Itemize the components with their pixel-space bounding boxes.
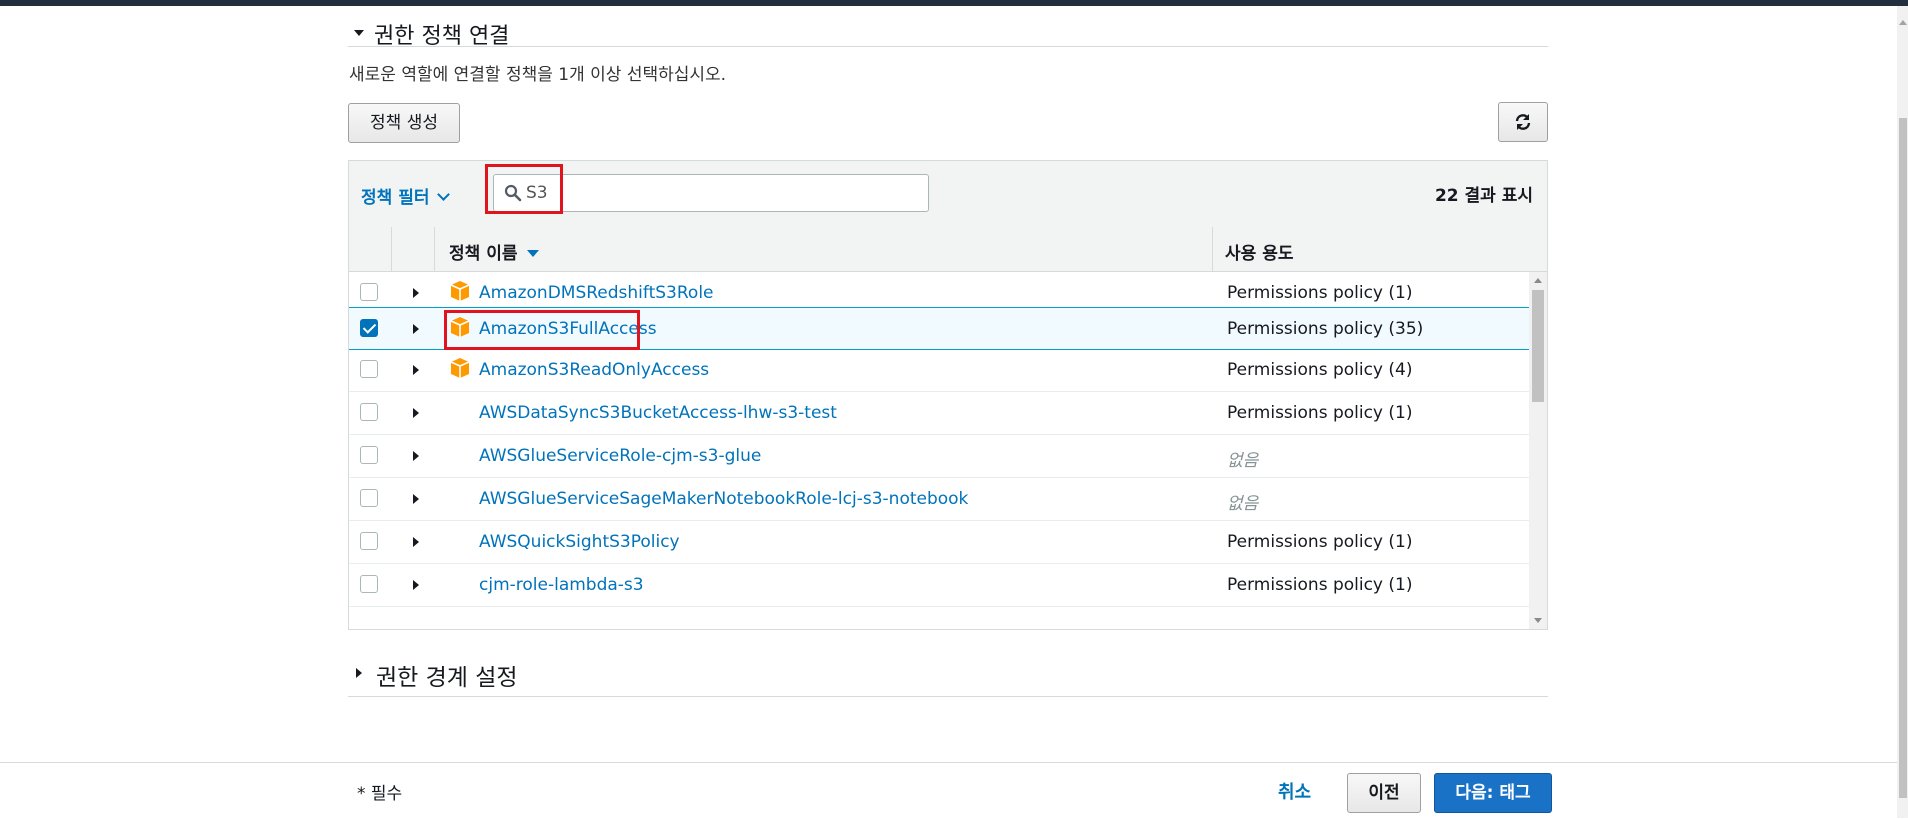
- policy-usage: Permissions policy (1): [1227, 575, 1413, 595]
- scroll-up-icon[interactable]: [1534, 278, 1542, 283]
- expand-row-icon[interactable]: [413, 494, 419, 504]
- policy-name-link[interactable]: AWSGlueServiceRole-cjm-s3-glue: [479, 446, 761, 466]
- selection-highlight-box: [444, 310, 640, 350]
- expand-row-icon[interactable]: [413, 451, 419, 461]
- row-checkbox-checked[interactable]: [360, 319, 378, 337]
- table-scroll-thumb[interactable]: [1532, 290, 1544, 402]
- results-count: 22 결과 표시: [1434, 186, 1533, 206]
- cancel-link[interactable]: 취소: [1278, 778, 1311, 804]
- policy-name-link[interactable]: AWSGlueServiceSageMakerNotebookRole-lcj-…: [479, 489, 968, 509]
- page-scroll-thumb[interactable]: [1899, 118, 1907, 798]
- expand-row-icon[interactable]: [413, 537, 419, 547]
- aws-managed-policy-icon: [450, 281, 470, 301]
- table-scrollbar[interactable]: [1529, 272, 1547, 629]
- column-divider: [1212, 227, 1213, 271]
- required-note: * 필수: [357, 784, 403, 804]
- section-title: 권한 정책 연결: [374, 24, 510, 47]
- row-checkbox[interactable]: [360, 575, 378, 593]
- row-checkbox[interactable]: [360, 489, 378, 507]
- expand-column: [391, 227, 435, 271]
- filter-bar: 정책 필터 22 결과 표시: [349, 161, 1547, 228]
- policy-table: 정책 필터 22 결과 표시 정책 이름 사용 용도: [348, 160, 1548, 630]
- policy-filter-label: 정책 필터: [361, 188, 430, 208]
- table-header: 정책 이름 사용 용도: [349, 227, 1547, 272]
- chevron-down-icon: [437, 188, 451, 201]
- attach-policy-section-header[interactable]: 권한 정책 연결: [348, 14, 1548, 47]
- scroll-up-icon[interactable]: [1899, 20, 1907, 25]
- page-scrollbar[interactable]: [1897, 6, 1908, 818]
- column-header-usage[interactable]: 사용 용도: [1225, 239, 1293, 264]
- aws-managed-policy-icon: [450, 358, 470, 378]
- sort-desc-icon[interactable]: [527, 250, 540, 257]
- expand-row-icon[interactable]: [413, 408, 419, 418]
- row-checkbox[interactable]: [360, 403, 378, 421]
- row-checkbox[interactable]: [360, 532, 378, 550]
- search-input[interactable]: [526, 181, 916, 205]
- row-checkbox[interactable]: [360, 446, 378, 464]
- table-row-selected[interactable]: AmazonS3FullAccess Permissions policy (3…: [349, 307, 1529, 350]
- refresh-button[interactable]: [1498, 102, 1548, 142]
- footer-bar: * 필수 취소 이전 다음: 태그: [0, 762, 1897, 819]
- create-policy-button[interactable]: 정책 생성: [348, 103, 460, 143]
- policy-name-link[interactable]: AWSDataSyncS3BucketAccess-lhw-s3-test: [479, 403, 837, 423]
- refresh-icon: [1515, 114, 1531, 130]
- search-highlight-box: [485, 164, 563, 214]
- table-row[interactable]: AWSGlueServiceSageMakerNotebookRole-lcj-…: [349, 478, 1529, 521]
- policy-usage: 없음: [1227, 451, 1259, 471]
- table-row[interactable]: AmazonS3ReadOnlyAccess Permissions polic…: [349, 349, 1529, 392]
- policy-usage: Permissions policy (1): [1227, 403, 1413, 423]
- expand-row-icon[interactable]: [413, 324, 419, 334]
- policy-usage: 없음: [1227, 494, 1259, 514]
- scroll-down-icon[interactable]: [1534, 618, 1542, 623]
- policy-usage: Permissions policy (1): [1227, 532, 1413, 552]
- top-bar: [0, 0, 1908, 6]
- row-checkbox[interactable]: [360, 283, 378, 301]
- section-description: 새로운 역할에 연결할 정책을 1개 이상 선택하십시오.: [349, 65, 727, 85]
- policy-name-link[interactable]: AmazonS3ReadOnlyAccess: [479, 360, 709, 380]
- expand-row-icon[interactable]: [413, 580, 419, 590]
- previous-button[interactable]: 이전: [1347, 773, 1421, 813]
- column-header-policy-name[interactable]: 정책 이름: [449, 239, 540, 264]
- next-tags-button[interactable]: 다음: 태그: [1434, 773, 1552, 813]
- table-body: AmazonDMSRedshiftS3Role Permissions poli…: [349, 272, 1547, 629]
- policy-usage: Permissions policy (4): [1227, 360, 1413, 380]
- table-row[interactable]: AWSQuickSightS3Policy Permissions policy…: [349, 521, 1529, 564]
- policy-usage: Permissions policy (35): [1227, 319, 1424, 339]
- expand-row-icon[interactable]: [413, 288, 419, 298]
- policy-usage: Permissions policy (1): [1227, 283, 1413, 303]
- boundary-title: 권한 경계 설정: [376, 665, 518, 691]
- select-all-column: [349, 227, 392, 271]
- table-row[interactable]: AWSDataSyncS3BucketAccess-lhw-s3-test Pe…: [349, 392, 1529, 435]
- permissions-boundary-section[interactable]: 권한 경계 설정: [348, 650, 1548, 697]
- table-row[interactable]: cjm-role-lambda-s3 Permissions policy (1…: [349, 564, 1529, 607]
- caret-right-icon: [356, 668, 362, 678]
- policy-name-link[interactable]: AmazonDMSRedshiftS3Role: [479, 283, 714, 303]
- caret-down-icon: [354, 30, 364, 36]
- expand-row-icon[interactable]: [413, 365, 419, 375]
- row-checkbox[interactable]: [360, 360, 378, 378]
- policy-name-link[interactable]: cjm-role-lambda-s3: [479, 575, 644, 595]
- policy-name-link[interactable]: AWSQuickSightS3Policy: [479, 532, 680, 552]
- policy-name-header-label: 정책 이름: [449, 244, 518, 264]
- policy-filter-dropdown[interactable]: 정책 필터: [361, 183, 451, 208]
- table-row[interactable]: AWSGlueServiceRole-cjm-s3-glue 없음: [349, 435, 1529, 478]
